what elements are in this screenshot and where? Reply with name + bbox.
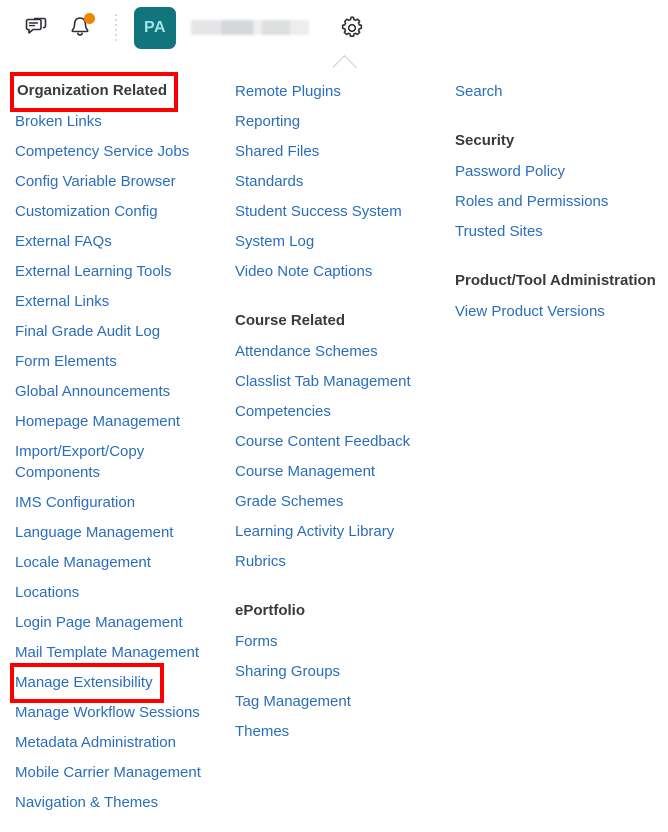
menu-column-1: Organization Related Broken Links Competen…	[0, 72, 225, 818]
dropdown-caret	[333, 55, 357, 68]
menu-item-video-note-captions[interactable]: Video Note Captions	[235, 257, 425, 287]
menu-item-roles-and-permissions[interactable]: Roles and Permissions	[455, 187, 645, 217]
menu-item-themes[interactable]: Themes	[235, 717, 425, 747]
menu-item-student-success-system[interactable]: Student Success System	[235, 197, 425, 227]
bell-icon[interactable]	[58, 6, 102, 50]
menu-item-forms[interactable]: Forms	[235, 627, 425, 657]
menu-item-homepage-management[interactable]: Homepage Management	[15, 407, 205, 437]
menu-item-language-management[interactable]: Language Management	[15, 518, 205, 548]
menu-item-competencies[interactable]: Competencies	[235, 397, 425, 427]
admin-tools-dropdown: Organization Related Broken Links Competen…	[0, 55, 668, 819]
menu-item-config-variable-browser[interactable]: Config Variable Browser	[15, 167, 205, 197]
menu-group: ePortfolio	[235, 597, 445, 627]
group-heading: ePortfolio	[235, 602, 305, 619]
menu-item-reporting[interactable]: Reporting	[235, 107, 425, 137]
menu-item-locations[interactable]: Locations	[15, 578, 205, 608]
group-heading: Security	[455, 132, 515, 149]
menu-item-metadata-administration[interactable]: Metadata Administration	[15, 728, 205, 758]
menu-item-search[interactable]: Search	[455, 77, 645, 107]
menu-item-external-links[interactable]: External Links	[15, 287, 205, 317]
menu-item-customization-config[interactable]: Customization Config	[15, 197, 205, 227]
menu-group: Product/Tool Administration	[455, 267, 668, 297]
menu-item-tag-management[interactable]: Tag Management	[235, 687, 425, 717]
menu-item-broken-links[interactable]: Broken Links	[15, 107, 205, 137]
menu-item-attendance-schemes[interactable]: Attendance Schemes	[235, 337, 425, 367]
menu-item-login-page-management[interactable]: Login Page Management	[15, 608, 205, 638]
menu-item-view-product-versions[interactable]: View Product Versions	[455, 297, 645, 327]
menu-columns: Organization Related Broken Links Competen…	[0, 72, 668, 818]
group-heading: Product/Tool Administration	[455, 272, 656, 289]
menu-item-rubrics[interactable]: Rubrics	[235, 547, 425, 577]
menu-item-course-management[interactable]: Course Management	[235, 457, 425, 487]
menu-item-system-log[interactable]: System Log	[235, 227, 425, 257]
menu-item-remote-plugins[interactable]: Remote Plugins	[235, 77, 425, 107]
menu-item-password-policy[interactable]: Password Policy	[455, 157, 645, 187]
menu-item-ims-configuration[interactable]: IMS Configuration	[15, 488, 205, 518]
chat-icon[interactable]	[14, 6, 58, 50]
menu-item-competency-service-jobs[interactable]: Competency Service Jobs	[15, 137, 205, 167]
menu-item-classlist-tab-management[interactable]: Classlist Tab Management	[235, 367, 425, 397]
navbar-divider-dots	[106, 11, 126, 45]
menu-item-external-learning-tools[interactable]: External Learning Tools	[15, 257, 205, 287]
top-navbar: PA	[0, 0, 668, 68]
menu-column-3: Search Security Password Policy Roles and P…	[445, 77, 668, 327]
menu-group: Security	[455, 127, 668, 157]
menu-item-mail-template-management[interactable]: Mail Template Management	[15, 638, 205, 668]
menu-item-manage-workflow-sessions[interactable]: Manage Workflow Sessions	[15, 698, 205, 728]
menu-item-global-announcements[interactable]: Global Announcements	[15, 377, 205, 407]
menu-item-course-content-feedback[interactable]: Course Content Feedback	[235, 427, 425, 457]
menu-item-sharing-groups[interactable]: Sharing Groups	[235, 657, 425, 687]
menu-item-navigation-themes[interactable]: Navigation & Themes	[15, 788, 205, 818]
group-heading: Organization Related	[9, 72, 179, 112]
user-name-redacted	[191, 20, 309, 35]
menu-item-locale-management[interactable]: Locale Management	[15, 548, 205, 578]
menu-group: Organization Related	[9, 72, 225, 112]
menu-group: Course Related	[235, 307, 445, 337]
menu-item-standards[interactable]: Standards	[235, 167, 425, 197]
avatar[interactable]: PA	[134, 6, 176, 49]
menu-item-trusted-sites[interactable]: Trusted Sites	[455, 217, 645, 247]
notification-badge	[84, 12, 95, 24]
menu-item-final-grade-audit-log[interactable]: Final Grade Audit Log	[15, 317, 205, 347]
menu-item-learning-activity-library[interactable]: Learning Activity Library	[235, 517, 425, 547]
menu-item-external-faqs[interactable]: External FAQs	[15, 227, 205, 257]
menu-item-form-elements[interactable]: Form Elements	[15, 347, 205, 377]
menu-item-mobile-carrier-management[interactable]: Mobile Carrier Management	[15, 758, 205, 788]
group-heading: Course Related	[235, 312, 346, 329]
menu-item-shared-files[interactable]: Shared Files	[235, 137, 425, 167]
menu-item-manage-extensibility[interactable]: Manage Extensibility	[10, 663, 164, 703]
menu-item-grade-schemes[interactable]: Grade Schemes	[235, 487, 425, 517]
menu-column-2: Remote Plugins Reporting Shared Files Stand…	[225, 77, 445, 747]
menu-item-import-export-copy-components[interactable]: Import/Export/Copy Components	[15, 437, 205, 488]
gear-icon[interactable]	[333, 9, 371, 47]
